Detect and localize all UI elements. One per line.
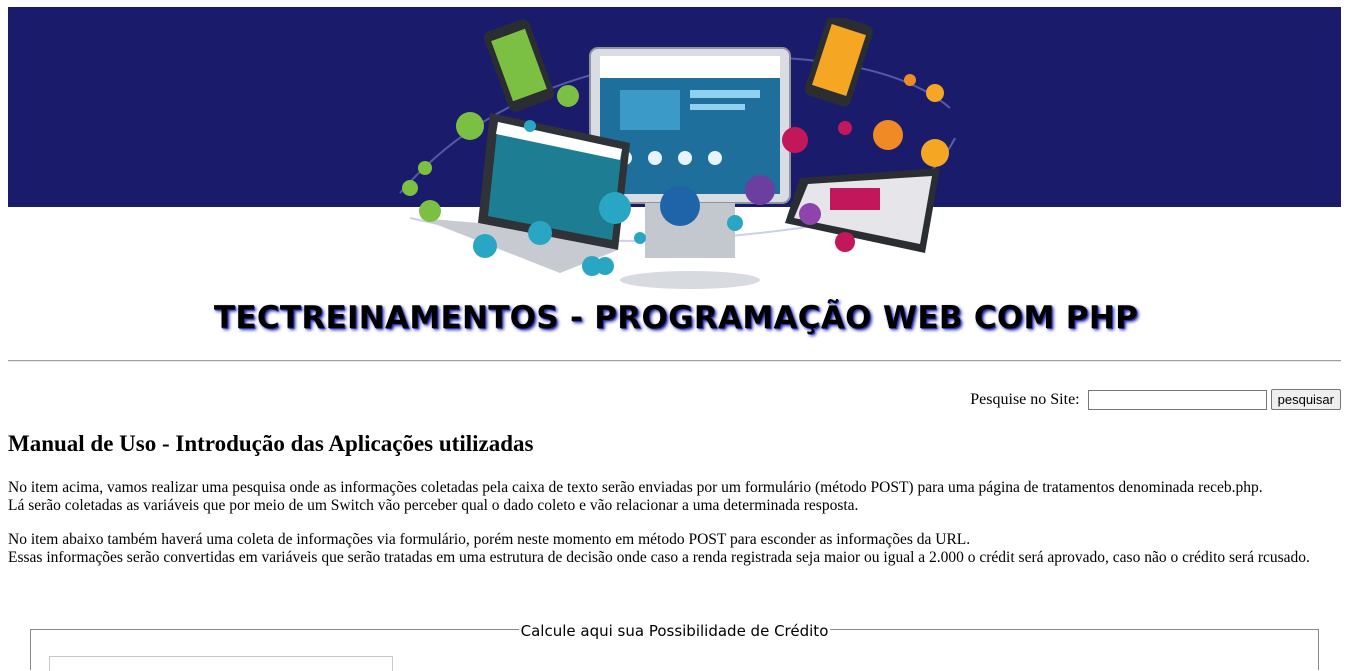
- paragraph-2-line-1: No item abaixo também haverá uma coleta …: [8, 531, 971, 548]
- search-button[interactable]: pesquisar: [1270, 389, 1341, 410]
- credit-form-field[interactable]: [49, 656, 393, 671]
- horizontal-divider: [8, 360, 1341, 362]
- manual-heading: Manual de Uso - Introdução das Aplicaçõe…: [8, 431, 534, 456]
- laptop-icon: [420, 113, 630, 273]
- intro-paragraph-2: No item abaixo também haverá uma coleta …: [8, 531, 1318, 567]
- credit-legend: Calcule aqui sua Possibilidade de Crédit…: [518, 622, 831, 640]
- search-form: Pesquise no Site: pesquisar: [970, 389, 1341, 410]
- paragraph-1-line-1: No item acima, vamos realizar uma pesqui…: [8, 479, 1263, 496]
- intro-paragraph-1: No item acima, vamos realizar uma pesqui…: [8, 479, 1318, 515]
- devices-illustration: [399, 18, 956, 289]
- paragraph-1-line-2: Lá serão coletadas as variáveis que por …: [8, 497, 859, 514]
- credit-fieldset: Calcule aqui sua Possibilidade de Crédit…: [30, 622, 1319, 671]
- paragraph-2-line-2: Essas informações serão convertidas em v…: [8, 549, 1310, 566]
- site-title: TECTREINAMENTOS - PROGRAMAÇÃO WEB COM PH…: [213, 300, 1139, 336]
- search-input[interactable]: [1087, 389, 1267, 410]
- search-label: Pesquise no Site:: [970, 390, 1080, 408]
